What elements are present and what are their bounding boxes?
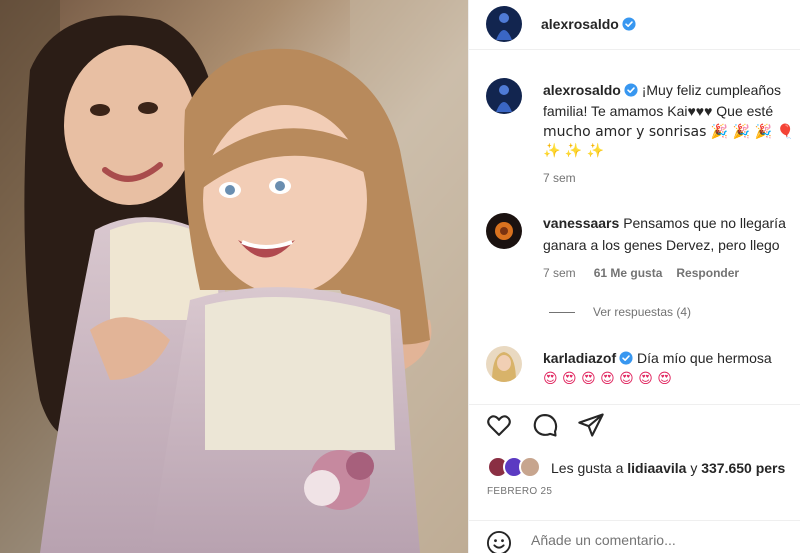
caption-text-4: ✨ ✨ ✨ bbox=[543, 143, 605, 159]
caption-text-2: familia! Te amamos Kai♥♥♥ Que esté bbox=[543, 103, 774, 119]
post-photo[interactable] bbox=[0, 0, 468, 553]
caption-line-1: alexrosaldo ¡Muy feliz cumpleaños bbox=[543, 80, 800, 100]
comment-avatar-image bbox=[486, 213, 522, 249]
comment-avatar[interactable] bbox=[486, 346, 522, 382]
share-icon bbox=[578, 413, 604, 437]
likes-summary: Les gusta a lidiaavila y 337.650 pers bbox=[487, 456, 800, 482]
verified-badge-icon bbox=[619, 351, 633, 365]
caption-avatar[interactable] bbox=[486, 78, 522, 114]
caption-row: alexrosaldo ¡Muy feliz cumpleaños famili… bbox=[469, 78, 800, 188]
reply-button[interactable]: Responder bbox=[676, 266, 739, 280]
caption-username[interactable]: alexrosaldo bbox=[543, 82, 621, 98]
verified-badge-icon bbox=[624, 83, 638, 97]
liker-avatar[interactable] bbox=[519, 456, 541, 478]
add-comment-bar bbox=[469, 520, 800, 553]
comment-avatar-image bbox=[486, 346, 522, 382]
caption-text-3: mucho amor y sonrisas 🎉 🎉 🎉 🎈 bbox=[543, 124, 794, 140]
author-avatar-image bbox=[486, 6, 522, 42]
caption-avatar-image bbox=[486, 78, 522, 114]
view-replies-button[interactable]: Ver respuestas (4) bbox=[549, 305, 691, 319]
post-date[interactable]: FEBRERO 25 bbox=[487, 486, 552, 497]
comment-input[interactable] bbox=[531, 532, 781, 548]
likes-user[interactable]: lidiaavila bbox=[627, 460, 686, 476]
comment-line-1: vanessaars Pensamos que no llegaría bbox=[543, 213, 800, 233]
emoji-icon[interactable] bbox=[485, 529, 513, 553]
comment-avatar[interactable] bbox=[486, 213, 522, 249]
comment-row: karladiazof Día mío que hermosa 😍 😍 😍 😍 … bbox=[469, 346, 800, 396]
comment-text-2: 😍 😍 😍 😍 😍 😍 😍 bbox=[543, 371, 672, 387]
photo-illustration bbox=[0, 0, 468, 553]
likes-prefix: Les gusta a bbox=[551, 460, 624, 476]
share-button[interactable] bbox=[577, 411, 605, 439]
heart-icon bbox=[487, 415, 511, 436]
replies-divider bbox=[549, 312, 575, 314]
author-avatar[interactable] bbox=[486, 6, 522, 42]
like-button[interactable] bbox=[485, 411, 513, 439]
comment-text-1: Pensamos que no llegaría bbox=[623, 215, 786, 231]
post-header: alexrosaldo bbox=[469, 0, 800, 50]
caption-text-1: ¡Muy feliz cumpleaños bbox=[641, 82, 781, 98]
header-username-text[interactable]: alexrosaldo bbox=[541, 16, 619, 32]
liker-avatars bbox=[487, 456, 547, 480]
likes-text: Les gusta a lidiaavila y 337.650 pers bbox=[551, 460, 785, 476]
comment-text-1: Día mío que hermosa bbox=[637, 350, 772, 366]
verified-badge-icon bbox=[622, 17, 636, 31]
likes-count[interactable]: 337.650 pers bbox=[701, 460, 785, 476]
post-side-panel: alexrosaldo alexrosaldo ¡Muy feliz cumpl… bbox=[468, 0, 800, 553]
comment-icon bbox=[533, 414, 558, 437]
comment-row: vanessaars Pensamos que no llegaría gana… bbox=[469, 211, 800, 291]
action-bar bbox=[469, 404, 800, 444]
comment-text-2: ganara a los genes Dervez, pero llego bbox=[543, 237, 780, 253]
comment-time[interactable]: 7 sem bbox=[543, 266, 576, 280]
comment-username[interactable]: vanessaars bbox=[543, 215, 619, 231]
header-username[interactable]: alexrosaldo bbox=[541, 16, 636, 32]
comment-line-1: karladiazof Día mío que hermosa bbox=[543, 348, 800, 368]
comment-meta: 7 sem 61 Me gusta Responder bbox=[543, 266, 739, 280]
caption-time[interactable]: 7 sem bbox=[543, 171, 576, 185]
comment-username[interactable]: karladiazof bbox=[543, 350, 616, 366]
comment-button[interactable] bbox=[531, 411, 559, 439]
view-replies-label: Ver respuestas (4) bbox=[593, 305, 692, 319]
comment-likes[interactable]: 61 Me gusta bbox=[594, 266, 663, 280]
likes-middle: y bbox=[690, 460, 698, 476]
